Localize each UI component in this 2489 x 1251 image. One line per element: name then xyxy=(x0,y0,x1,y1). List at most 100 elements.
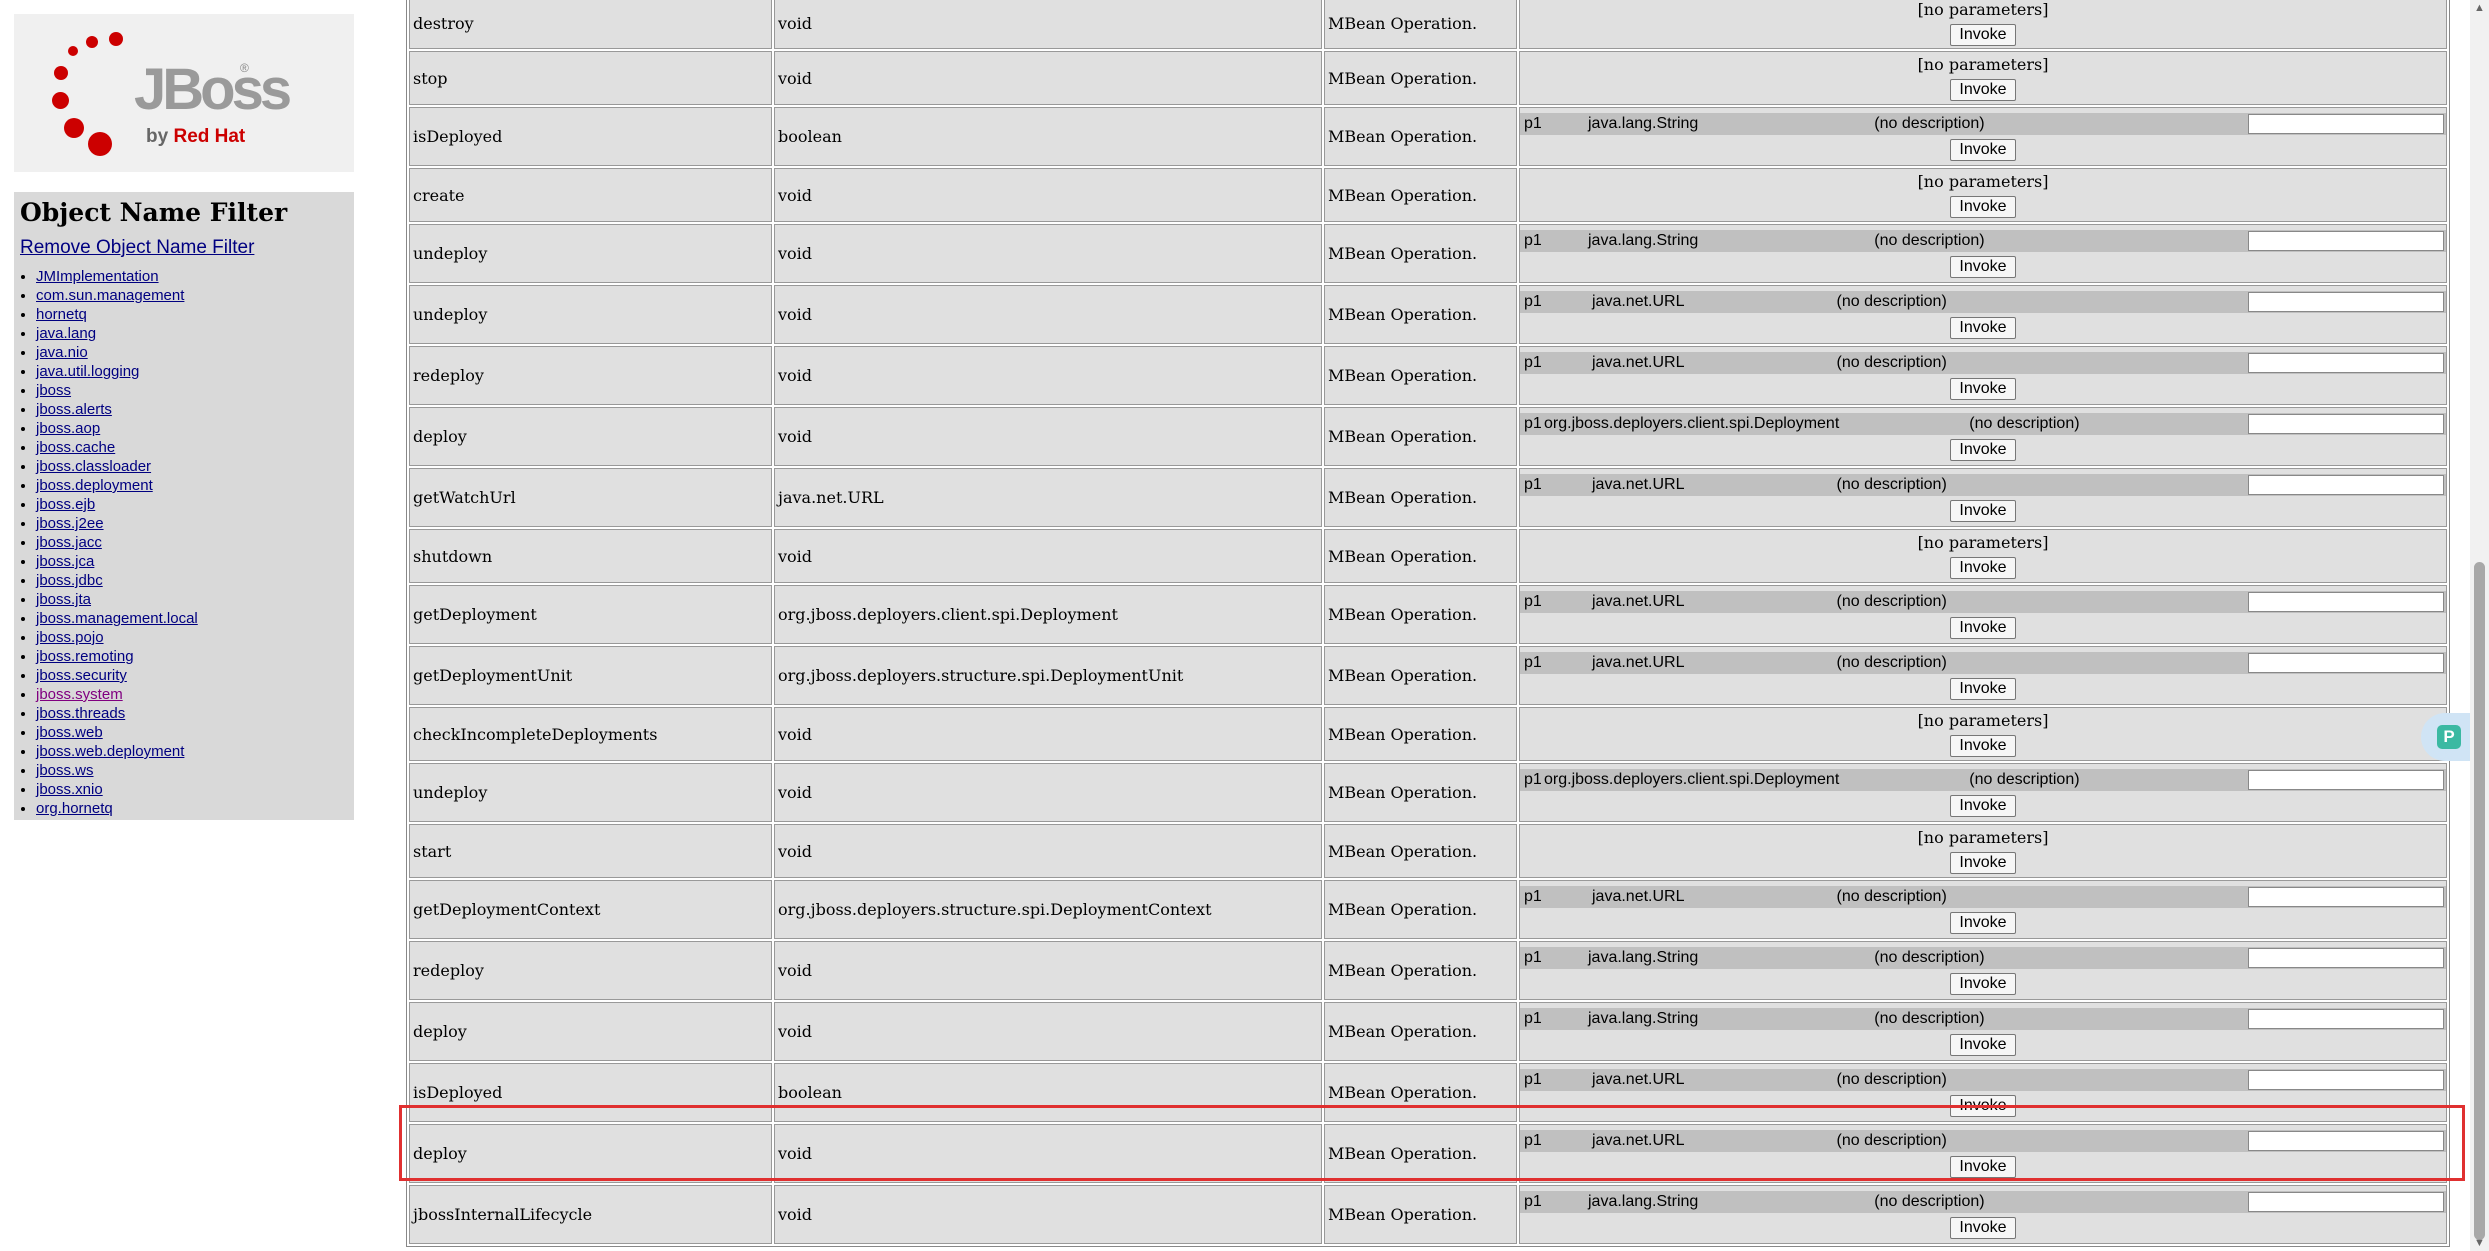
domain-link[interactable]: jboss.ejb xyxy=(36,496,95,513)
operation-row: jbossInternalLifecycle void MBean Operatio… xyxy=(409,1185,2447,1244)
domain-link[interactable]: org.hornetq xyxy=(36,800,113,817)
domain-link[interactable]: jboss.jca xyxy=(36,553,94,570)
invoke-button[interactable]: Invoke xyxy=(1950,911,2016,934)
domain-link[interactable]: jboss.remoting xyxy=(36,648,134,665)
invoke-button[interactable]: Invoke xyxy=(1950,24,2016,46)
operation-description: MBean Operation. xyxy=(1324,1185,1517,1244)
remove-filter-link[interactable]: Remove Object Name Filter xyxy=(20,237,348,259)
domain-link[interactable]: jboss.xnio xyxy=(36,781,103,798)
domain-link[interactable]: java.util.logging xyxy=(36,363,139,380)
no-parameters-label: [no parameters] xyxy=(1917,172,2049,191)
domain-link[interactable]: jboss.aop xyxy=(36,420,100,437)
domain-link[interactable]: jboss.system xyxy=(36,686,123,703)
domain-link[interactable]: JMImplementation xyxy=(36,268,159,285)
parameter-description: (no description) xyxy=(1836,292,1947,310)
domain-link[interactable]: com.sun.management xyxy=(36,287,184,304)
parameter-description: (no description) xyxy=(1836,1070,1947,1088)
parameter-type: java.net.URL xyxy=(1592,887,1685,905)
domain-link[interactable]: jboss.jdbc xyxy=(36,572,103,589)
scroll-up-arrow-icon[interactable]: ▲ xyxy=(2474,2,2485,14)
domain-item: jboss.threads xyxy=(36,704,348,723)
operation-parameters: [no parameters] Invoke xyxy=(1519,51,2447,105)
invoke-button[interactable]: Invoke xyxy=(1950,499,2016,522)
invoke-button[interactable]: Invoke xyxy=(1950,735,2016,757)
operation-parameters: p1 java.net.URL (no description) Invoke xyxy=(1519,646,2447,705)
invoke-button[interactable]: Invoke xyxy=(1950,1033,2016,1056)
operation-name: getWatchUrl xyxy=(409,468,772,527)
domain-link[interactable]: jboss.web xyxy=(36,724,103,741)
domain-link[interactable]: jboss.jta xyxy=(36,591,91,608)
parameter-name: p1 xyxy=(1524,1070,1542,1088)
domain-link[interactable]: jboss.classloader xyxy=(36,458,151,475)
invoke-button[interactable]: Invoke xyxy=(1950,79,2016,101)
domain-link[interactable]: jboss.alerts xyxy=(36,401,112,418)
parameter-value-input[interactable] xyxy=(2248,947,2444,968)
scrollbar-thumb[interactable] xyxy=(2474,562,2485,1240)
operation-row: checkIncompleteDeployments void MBean Oper… xyxy=(409,707,2447,761)
parameter-value-input[interactable] xyxy=(2248,230,2444,251)
invoke-button[interactable]: Invoke xyxy=(1950,677,2016,700)
invoke-button[interactable]: Invoke xyxy=(1950,616,2016,639)
operation-name: stop xyxy=(409,51,772,105)
operation-parameters: p1 java.net.URL (no description) Invoke xyxy=(1519,880,2447,939)
invoke-button[interactable]: Invoke xyxy=(1950,377,2016,400)
vertical-scrollbar[interactable]: ▲ ▼ xyxy=(2470,0,2489,1251)
domain-link[interactable]: jboss.management.local xyxy=(36,610,198,627)
invoke-button[interactable]: Invoke xyxy=(1950,1155,2016,1178)
floating-assistant-button[interactable]: P xyxy=(2421,713,2473,761)
parameter-row: p1 java.lang.String (no description) xyxy=(1520,229,2446,252)
parameter-value-input[interactable] xyxy=(2248,113,2444,134)
domain-link[interactable]: jboss.cache xyxy=(36,439,115,456)
parameter-value-input[interactable] xyxy=(2248,652,2444,673)
domain-link[interactable]: hornetq xyxy=(36,306,87,323)
domain-link[interactable]: jboss.web.deployment xyxy=(36,743,184,760)
invoke-button[interactable]: Invoke xyxy=(1950,1216,2016,1239)
parameter-value-input[interactable] xyxy=(2248,474,2444,495)
parameter-value-input[interactable] xyxy=(2248,1008,2444,1029)
parameter-value-input[interactable] xyxy=(2248,413,2444,434)
domain-link[interactable]: jboss.threads xyxy=(36,705,125,722)
invoke-button[interactable]: Invoke xyxy=(1950,557,2016,579)
domain-link[interactable]: java.lang xyxy=(36,325,96,342)
scroll-down-arrow-icon[interactable]: ▼ xyxy=(2474,1237,2485,1249)
domain-item: jboss.classloader xyxy=(36,457,348,476)
domain-link[interactable]: jboss.deployment xyxy=(36,477,153,494)
domain-item: jboss.web.deployment xyxy=(36,742,348,761)
parameter-value-input[interactable] xyxy=(2248,352,2444,373)
invoke-button[interactable]: Invoke xyxy=(1950,1094,2016,1117)
parameter-row: p1 java.net.URL (no description) xyxy=(1520,590,2446,613)
parameter-value-input[interactable] xyxy=(2248,291,2444,312)
parameter-type: java.net.URL xyxy=(1592,653,1685,671)
invoke-button[interactable]: Invoke xyxy=(1950,438,2016,461)
return-type: void xyxy=(774,529,1322,583)
invoke-button[interactable]: Invoke xyxy=(1950,255,2016,278)
parameter-row: p1 java.lang.String (no description) xyxy=(1520,946,2446,969)
domain-link[interactable]: jboss.jacc xyxy=(36,534,102,551)
invoke-button[interactable]: Invoke xyxy=(1950,316,2016,339)
logo-registered: ® xyxy=(240,61,249,75)
domain-link[interactable]: java.nio xyxy=(36,344,88,361)
domain-link[interactable]: jboss xyxy=(36,382,71,399)
parameter-value-input[interactable] xyxy=(2248,1130,2444,1151)
domain-item: jboss.jacc xyxy=(36,533,348,552)
parameter-value-input[interactable] xyxy=(2248,769,2444,790)
domain-link[interactable]: jboss.pojo xyxy=(36,629,104,646)
parameter-description: (no description) xyxy=(1874,1192,1985,1210)
operation-name: start xyxy=(409,824,772,878)
domain-link[interactable]: jboss.security xyxy=(36,667,127,684)
return-type: void xyxy=(774,224,1322,283)
domain-link[interactable]: jboss.ws xyxy=(36,762,94,779)
invoke-button[interactable]: Invoke xyxy=(1950,196,2016,218)
parameter-value-input[interactable] xyxy=(2248,1069,2444,1090)
invoke-button[interactable]: Invoke xyxy=(1950,972,2016,995)
invoke-button[interactable]: Invoke xyxy=(1950,852,2016,874)
parameter-value-input[interactable] xyxy=(2248,1191,2444,1212)
parameter-value-input[interactable] xyxy=(2248,886,2444,907)
return-type: void xyxy=(774,51,1322,105)
parameter-value-input[interactable] xyxy=(2248,591,2444,612)
return-type: void xyxy=(774,707,1322,761)
invoke-button[interactable]: Invoke xyxy=(1950,138,2016,161)
invoke-button[interactable]: Invoke xyxy=(1950,794,2016,817)
domain-link[interactable]: jboss.j2ee xyxy=(36,515,104,532)
operation-name: jbossInternalLifecycle xyxy=(409,1185,772,1244)
